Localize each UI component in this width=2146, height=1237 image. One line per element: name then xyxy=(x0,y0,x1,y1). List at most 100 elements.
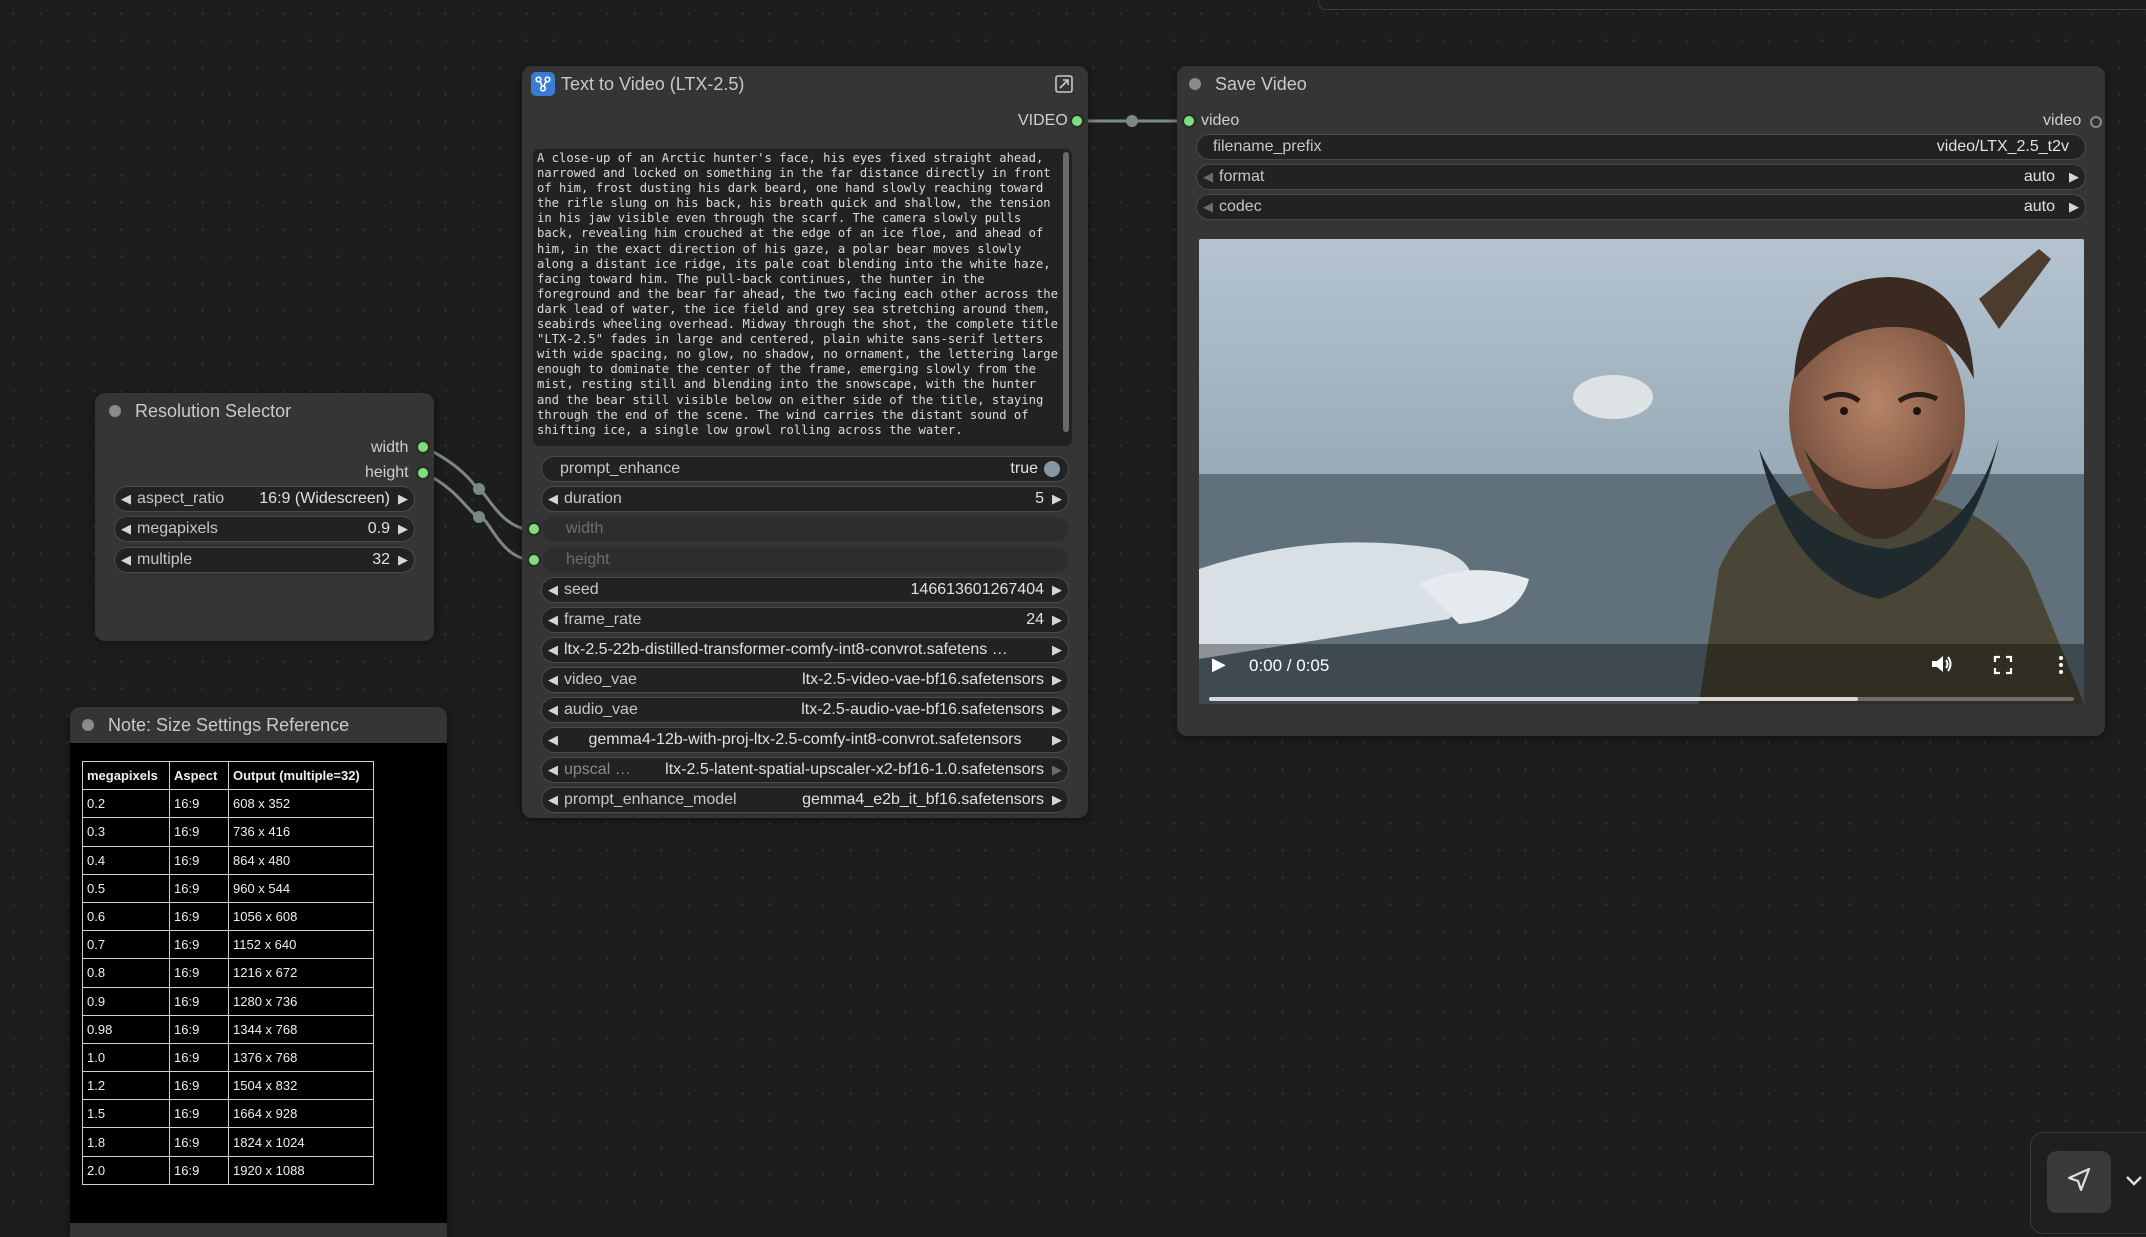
video-time: 0:00 / 0:05 xyxy=(1249,656,1330,675)
decrement-arrow-icon[interactable]: ◀ xyxy=(542,672,564,688)
format-combo[interactable]: ◀ format auto ▶ xyxy=(1196,164,2086,190)
table-cell: 16:9 xyxy=(169,1071,229,1101)
output-port-width[interactable] xyxy=(418,442,428,452)
node-title-bar[interactable]: Note: Size Settings Reference xyxy=(70,707,447,743)
widget-label: frame_rate xyxy=(564,611,642,628)
widget-value: video/LTX_2.5_t2v xyxy=(1936,138,2069,155)
increment-arrow-icon[interactable]: ▶ xyxy=(2063,199,2085,215)
link-video-midpoint xyxy=(1126,115,1138,127)
prompt-enhance-toggle[interactable]: prompt_enhance true xyxy=(541,456,1069,482)
decrement-arrow-icon[interactable]: ◀ xyxy=(1197,169,1219,185)
video-progress-bar[interactable] xyxy=(1209,697,2074,701)
table-cell: 736 x 416 xyxy=(228,817,374,847)
table-cell: 1056 x 608 xyxy=(228,901,374,932)
increment-arrow-icon[interactable]: ▶ xyxy=(1046,491,1068,507)
output-port-video[interactable] xyxy=(1072,116,1082,126)
table-row: 0.5 16:9 960 x 544 xyxy=(82,873,374,903)
prompt-enhance-model-combo[interactable]: ◀ prompt_enhance_model gemma4_e2b_it_bf1… xyxy=(541,787,1069,813)
upscale-combo[interactable]: ◀ upscal … ltx-2.5-latent-spatial-upscal… xyxy=(541,757,1069,783)
table-row: 0.98 16:9 1344 x 768 xyxy=(82,1014,374,1044)
decrement-arrow-icon[interactable]: ◀ xyxy=(1197,199,1219,215)
volume-icon[interactable] xyxy=(1930,653,1954,680)
increment-arrow-icon[interactable]: ▶ xyxy=(2063,169,2085,185)
filename-prefix-widget[interactable]: filename_prefix video/LTX_2.5_t2v xyxy=(1196,134,2086,160)
increment-arrow-icon[interactable]: ▶ xyxy=(1046,792,1068,808)
decrement-arrow-icon[interactable]: ◀ xyxy=(542,732,564,748)
seed-widget[interactable]: ◀ seed 146613601267404 ▶ xyxy=(541,577,1069,603)
node-title: Note: Size Settings Reference xyxy=(108,714,350,735)
table-cell: 16:9 xyxy=(169,789,229,819)
widget-label: aspect_ratio xyxy=(137,490,225,507)
table-cell: 16:9 xyxy=(169,958,229,988)
decrement-arrow-icon[interactable]: ◀ xyxy=(115,552,137,568)
decrement-arrow-icon[interactable]: ◀ xyxy=(542,582,564,598)
input-port-video[interactable] xyxy=(1184,116,1194,126)
video-progress-fill xyxy=(1209,697,1858,701)
table-row: 0.4 16:9 864 x 480 xyxy=(82,845,374,875)
collapse-dot-icon[interactable] xyxy=(109,405,121,417)
video-vae-combo[interactable]: ◀ video_vae ltx-2.5-video-vae-bf16.safet… xyxy=(541,667,1069,693)
more-options-icon[interactable] xyxy=(2057,655,2065,680)
model-combo[interactable]: ◀ ltx-2.5-22b-distilled-transformer-comf… xyxy=(541,637,1069,663)
decrement-arrow-icon[interactable]: ◀ xyxy=(115,521,137,537)
frame-rate-widget[interactable]: ◀ frame_rate 24 ▶ xyxy=(541,607,1069,633)
decrement-arrow-icon[interactable]: ◀ xyxy=(542,612,564,628)
increment-arrow-icon[interactable]: ▶ xyxy=(1046,762,1068,778)
play-icon[interactable]: ▶ xyxy=(1212,654,1226,675)
widget-value: ltx-2.5-audio-vae-bf16.safetensors xyxy=(801,701,1044,718)
increment-arrow-icon[interactable]: ▶ xyxy=(392,491,414,507)
prompt-textarea[interactable]: A close-up of an Arctic hunter's face, h… xyxy=(533,149,1072,446)
node-title-bar[interactable]: Save Video xyxy=(1177,66,2105,102)
widget-label: multiple xyxy=(137,551,193,568)
prompt-scrollbar[interactable] xyxy=(1063,152,1069,432)
output-port-video[interactable] xyxy=(2090,116,2102,128)
increment-arrow-icon[interactable]: ▶ xyxy=(1046,582,1068,598)
table-cell: 16:9 xyxy=(169,873,229,903)
widget-value: gemma4_e2b_it_bf16.safetensors xyxy=(802,791,1044,808)
expand-icon[interactable] xyxy=(1054,74,1073,93)
link-height-midpoint xyxy=(473,511,485,523)
decrement-arrow-icon[interactable]: ◀ xyxy=(115,491,137,507)
increment-arrow-icon[interactable]: ▶ xyxy=(1046,672,1068,688)
decrement-arrow-icon[interactable]: ◀ xyxy=(542,702,564,718)
input-port-height[interactable] xyxy=(529,555,539,565)
chevron-down-icon[interactable] xyxy=(2124,1174,2144,1193)
decrement-arrow-icon[interactable]: ◀ xyxy=(542,642,564,658)
codec-combo[interactable]: ◀ codec auto ▶ xyxy=(1196,194,2086,220)
widget-value: ltx-2.5-22b-distilled-transformer-comfy-… xyxy=(564,641,1008,658)
video-preview[interactable] xyxy=(1199,239,2084,704)
decrement-arrow-icon[interactable]: ◀ xyxy=(542,792,564,808)
select-mode-button[interactable] xyxy=(2047,1151,2111,1213)
widget-value: true xyxy=(1010,460,1038,477)
collapse-dot-icon[interactable] xyxy=(1189,78,1201,90)
table-row: 1.0 16:9 1376 x 768 xyxy=(82,1042,374,1073)
aspect-ratio-combo[interactable]: ◀ aspect_ratio 16:9 (Widescreen) ▶ xyxy=(114,486,415,512)
increment-arrow-icon[interactable]: ▶ xyxy=(1046,732,1068,748)
size-reference-table: megapixels Aspect Output (multiple=32) 0… xyxy=(82,760,374,1185)
table-row: 0.7 16:9 1152 x 640 xyxy=(82,930,374,960)
output-port-height[interactable] xyxy=(418,468,428,478)
increment-arrow-icon[interactable]: ▶ xyxy=(392,552,414,568)
node-title-bar[interactable]: Text to Video (LTX-2.5) xyxy=(522,66,1088,102)
table-cell: 16:9 xyxy=(169,1014,229,1044)
increment-arrow-icon[interactable]: ▶ xyxy=(1046,702,1068,718)
video-frame-illustration xyxy=(1199,239,2084,704)
decrement-arrow-icon[interactable]: ◀ xyxy=(542,762,564,778)
node-title: Resolution Selector xyxy=(135,400,292,421)
collapse-dot-icon[interactable] xyxy=(82,719,94,731)
duration-widget[interactable]: ◀ duration 5 ▶ xyxy=(541,486,1069,512)
audio-vae-combo[interactable]: ◀ audio_vae ltx-2.5-audio-vae-bf16.safet… xyxy=(541,697,1069,723)
increment-arrow-icon[interactable]: ▶ xyxy=(1046,642,1068,658)
table-cell: 16:9 xyxy=(169,845,229,875)
fullscreen-icon[interactable] xyxy=(1993,655,2013,680)
increment-arrow-icon[interactable]: ▶ xyxy=(1046,612,1068,628)
increment-arrow-icon[interactable]: ▶ xyxy=(392,521,414,537)
input-port-width[interactable] xyxy=(529,524,539,534)
widget-value: 16:9 (Widescreen) xyxy=(259,490,390,507)
megapixels-widget[interactable]: ◀ megapixels 0.9 ▶ xyxy=(114,516,415,542)
decrement-arrow-icon[interactable]: ◀ xyxy=(542,491,564,507)
text-encoder-combo[interactable]: ◀ gemma4-12b-with-proj-ltx-2.5-comfy-int… xyxy=(541,727,1069,753)
multiple-widget[interactable]: ◀ multiple 32 ▶ xyxy=(114,547,415,573)
note-content: megapixels Aspect Output (multiple=32) 0… xyxy=(70,743,447,1223)
node-title-bar[interactable]: Resolution Selector xyxy=(95,393,434,429)
